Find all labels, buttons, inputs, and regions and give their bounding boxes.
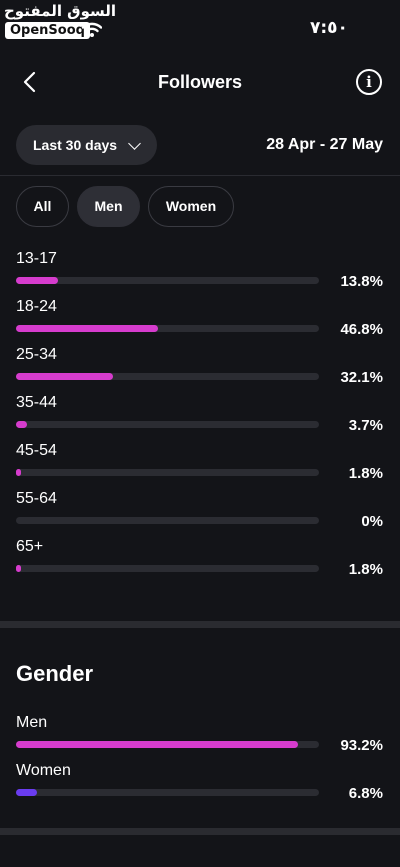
age-bar-track [16,277,319,284]
header: Followers i [0,60,400,104]
date-range-label: Last 30 days [33,137,118,153]
age-bar-track [16,469,319,476]
page-title: Followers [157,72,242,92]
followers-screen: السوق المفتوح OpenSooq ٧:٥٠ Followers i … [0,0,400,867]
age-bar-fill [16,325,158,332]
age-percent: 32.1% [340,369,383,386]
age-bar-track [16,373,319,380]
filter-women[interactable]: Women [148,186,234,227]
section-separator [0,621,400,628]
age-label: 18-24 [16,298,57,315]
age-label: 25-34 [16,346,57,363]
age-label: 35-44 [16,394,57,411]
age-bar-fill [16,373,114,380]
age-percent: 0% [361,513,383,530]
gender-bar-track [16,741,319,748]
filter-men[interactable]: Men [77,186,140,227]
age-bar-track [16,517,319,524]
date-range-selector[interactable]: Last 30 days [16,125,157,165]
gender-bar-fill-men [16,741,299,748]
gender-section-title: Gender [16,661,94,686]
age-label: 45-54 [16,442,57,459]
age-bar-fill [16,277,58,284]
age-percent: 1.8% [348,465,383,482]
info-icon[interactable]: i [356,69,382,95]
gender-label-men: Men [16,714,48,731]
gender-bar-track [16,789,319,796]
wifi-icon [82,22,102,37]
age-percent: 46.8% [340,321,383,338]
gender-percent-men: 93.2% [340,737,383,754]
date-range-text: 28 Apr - 27 May [266,136,383,153]
chevron-down-icon [128,137,141,150]
gender-percent-women: 6.8% [348,785,383,802]
section-separator [0,828,400,835]
age-bar-fill [16,421,28,428]
status-bar: السوق المفتوح OpenSooq ٧:٥٠ [0,0,400,46]
age-label: 13-17 [16,250,57,267]
status-time: ٧:٥٠ [310,18,348,38]
age-bar-track [16,421,319,428]
age-bar-fill [16,469,22,476]
age-percent: 1.8% [348,561,383,578]
age-bar-track [16,565,319,572]
age-percent: 13.8% [340,273,383,290]
filter-all[interactable]: All [16,186,69,227]
age-bar-fill [16,565,22,572]
age-label: 55-64 [16,490,57,507]
gender-label-women: Women [16,762,71,779]
watermark-opensooq: OpenSooq [5,22,90,39]
age-label: 65+ [16,538,44,555]
divider [0,175,400,176]
watermark-arabic: السوق المفتوح [4,2,117,20]
gender-bar-fill-women [16,789,37,796]
age-bar-track [16,325,319,332]
age-percent: 3.7% [348,417,383,434]
